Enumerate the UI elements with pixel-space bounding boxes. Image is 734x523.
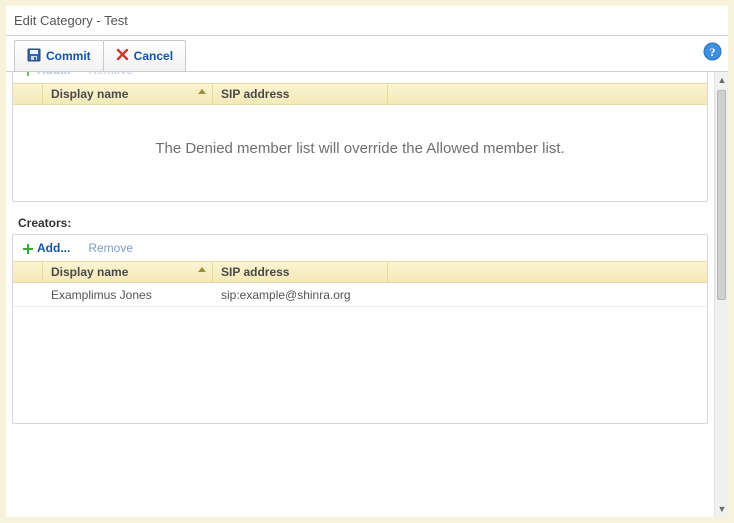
denied-members-panel: Add... Remove Display name SIP address T… (12, 72, 708, 202)
sort-ascending-icon (198, 89, 206, 94)
content-area: Add... Remove Display name SIP address T… (6, 72, 714, 517)
scroll-down-button[interactable]: ▼ (715, 501, 729, 517)
help-button[interactable]: ? (703, 42, 722, 61)
creators-label: Creators: (18, 216, 706, 230)
cell-display-name: Examplimus Jones (43, 288, 213, 302)
denied-col-sip-label: SIP address (221, 87, 289, 101)
denied-grid-header: Display name SIP address (13, 83, 707, 105)
svg-text:?: ? (710, 45, 716, 59)
save-icon (27, 48, 41, 65)
window-title: Edit Category - Test (14, 13, 128, 28)
toolbar: Commit Cancel ? (6, 36, 728, 72)
creators-panel: Add... Remove Display name SIP address (12, 234, 708, 424)
plus-icon (23, 243, 33, 253)
add-denied-button[interactable]: Add... (23, 72, 70, 77)
add-creator-label: Add... (37, 241, 70, 255)
creators-grid-header: Display name SIP address (13, 261, 707, 283)
creators-grid-body: Examplimus Jones sip:example@shinra.org (13, 283, 707, 423)
cancel-label: Cancel (134, 49, 173, 63)
vertical-scrollbar[interactable]: ▲ ▼ (714, 72, 728, 517)
sort-ascending-icon (198, 267, 206, 272)
commit-label: Commit (46, 49, 91, 63)
creators-col-handle[interactable] (13, 262, 43, 282)
window: Edit Category - Test Commit Cancel (0, 0, 734, 523)
remove-creator-button[interactable]: Remove (88, 241, 133, 255)
scroll-up-button[interactable]: ▲ (715, 72, 729, 88)
denied-col-displayname-label: Display name (51, 87, 128, 101)
remove-denied-button[interactable]: Remove (88, 72, 133, 77)
denied-col-extra[interactable] (388, 84, 707, 104)
table-row[interactable]: Examplimus Jones sip:example@shinra.org (13, 283, 707, 307)
plus-icon (23, 72, 33, 75)
remove-denied-label: Remove (88, 72, 133, 77)
denied-info-message: The Denied member list will override the… (13, 105, 707, 201)
remove-creator-label: Remove (88, 241, 133, 255)
creators-linkbar: Add... Remove (13, 235, 707, 261)
denied-linkbar: Add... Remove (13, 72, 707, 83)
creators-col-sip-label: SIP address (221, 265, 289, 279)
cancel-icon (116, 48, 129, 64)
creators-col-extra[interactable] (388, 262, 707, 282)
creators-col-displayname-label: Display name (51, 265, 128, 279)
creators-col-sip[interactable]: SIP address (213, 262, 388, 282)
denied-grid-body: The Denied member list will override the… (13, 105, 707, 201)
add-creator-button[interactable]: Add... (23, 241, 70, 255)
add-denied-label: Add... (37, 72, 70, 77)
denied-col-sip[interactable]: SIP address (213, 84, 388, 104)
denied-col-displayname[interactable]: Display name (43, 84, 213, 104)
cancel-button[interactable]: Cancel (103, 40, 186, 72)
commit-button[interactable]: Commit (14, 40, 104, 72)
cell-sip-address: sip:example@shinra.org (213, 288, 388, 302)
denied-col-handle[interactable] (13, 84, 43, 104)
window-titlebar: Edit Category - Test (6, 6, 728, 36)
creators-col-displayname[interactable]: Display name (43, 262, 213, 282)
scroll-thumb[interactable] (717, 90, 726, 300)
